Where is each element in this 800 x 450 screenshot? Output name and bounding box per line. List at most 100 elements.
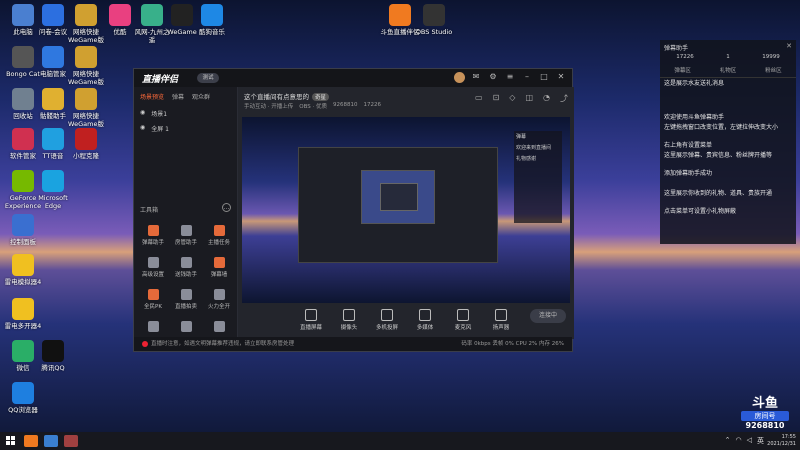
- bell-icon[interactable]: ◔: [543, 93, 550, 104]
- version-badge[interactable]: 测试: [197, 73, 219, 83]
- app-icon: [42, 88, 64, 110]
- close-icon[interactable]: ✕: [556, 72, 566, 82]
- share-icon[interactable]: ⤴: [560, 93, 568, 104]
- taskbar: ⌃ ◠ ◁ 英 17:55 2021/12/31: [0, 432, 800, 450]
- desktop-icon[interactable]: 酷狗音乐: [192, 4, 232, 36]
- layers-icon[interactable]: ◫: [525, 93, 533, 104]
- microphone-button[interactable]: 麦克风: [449, 309, 477, 339]
- viewer-count: 17226: [363, 102, 382, 108]
- windows-start-icon[interactable]: [6, 436, 15, 445]
- app-icon: [42, 170, 64, 192]
- tab-audience[interactable]: 观众群: [192, 92, 210, 101]
- tool-label: 主播任务: [207, 240, 230, 246]
- desktop-icon[interactable]: OBS Studio: [414, 4, 454, 36]
- tool-advanced[interactable]: 高级设置: [138, 257, 168, 278]
- eye-icon[interactable]: ◉: [140, 124, 145, 133]
- screen-source-button[interactable]: 直播屏幕: [297, 309, 325, 339]
- desktop-icon[interactable]: 腾讯QQ: [33, 340, 73, 372]
- camera-source-button[interactable]: 摄像头: [335, 309, 363, 339]
- room-number: 9268810: [333, 102, 358, 108]
- tool-auction[interactable]: 直播拍卖: [171, 289, 201, 310]
- app-icon: [12, 170, 34, 192]
- stream-title-text[interactable]: 这个直播间有点意思的: [244, 93, 309, 101]
- desktop-icon-label: 小程克隆: [73, 152, 99, 160]
- tool-fire[interactable]: 火力全开: [204, 289, 234, 310]
- shield-icon[interactable]: ◇: [509, 93, 515, 104]
- tab-danmu[interactable]: 弹幕: [172, 92, 184, 101]
- tab-danmu-area[interactable]: 弹幕区: [674, 66, 691, 74]
- start-live-button[interactable]: 连接中: [530, 309, 566, 323]
- tool-pk[interactable]: 全民PK: [138, 289, 168, 310]
- stream-title: 这个直播间有点意思的 奇星: [244, 91, 330, 101]
- speaker-icon: [495, 309, 507, 321]
- menu-icon[interactable]: ≡: [505, 72, 515, 82]
- desktop-icon[interactable]: 控制面板: [3, 214, 43, 246]
- quality-label[interactable]: OBS · 优质: [299, 102, 327, 110]
- room-label: 房间号: [741, 411, 789, 421]
- lock-icon[interactable]: ⊡: [493, 93, 500, 104]
- input-method-icon[interactable]: 英: [757, 436, 764, 446]
- speaker-button[interactable]: 扬声器: [487, 309, 515, 339]
- desktop-icon[interactable]: 网络快捷 WeGame版: [66, 88, 106, 128]
- settings-icon[interactable]: ⚙: [488, 72, 498, 82]
- scene-label: 场景1: [151, 111, 168, 118]
- clock-time: 17:55: [781, 434, 796, 440]
- chevron-up-icon[interactable]: ⌃: [725, 436, 731, 446]
- taskbar-app-icon[interactable]: [64, 435, 78, 447]
- app-icon: [12, 340, 34, 362]
- desktop-icon[interactable]: 小程克隆: [66, 128, 106, 160]
- eye-icon[interactable]: ◉: [140, 109, 145, 118]
- taskbar-douyu-icon[interactable]: [24, 435, 38, 447]
- scene-item-2[interactable]: ◉ 全屏 1: [134, 121, 237, 136]
- taskbar-browser-icon[interactable]: [44, 435, 58, 447]
- desktop-icon[interactable]: 雷电模拟器4: [3, 254, 43, 286]
- tool-label: 送钱助手: [174, 272, 197, 278]
- tab-gift-area[interactable]: 礼物区: [720, 66, 737, 74]
- user-icon: [180, 225, 192, 236]
- panel-line: 添加弹幕助手成功: [664, 170, 713, 177]
- tool-host-task[interactable]: 主播任务: [204, 225, 234, 246]
- nested-window-preview: [298, 147, 498, 263]
- clock[interactable]: 17:55 2021/12/31: [767, 434, 796, 448]
- media-source-button[interactable]: 多媒体: [411, 309, 439, 339]
- minimize-icon[interactable]: –: [522, 72, 532, 82]
- desktop-icon-label: 雷电模拟器4: [4, 278, 42, 286]
- category-badge[interactable]: 奇星: [312, 93, 330, 101]
- desktop-icon[interactable]: 雷电多开器4: [3, 298, 43, 330]
- mail-icon[interactable]: ✉: [471, 72, 481, 82]
- tool-admin-helper[interactable]: 房管助手: [171, 225, 201, 246]
- app-icon: [42, 46, 64, 68]
- maximize-icon[interactable]: □: [539, 72, 549, 82]
- tab-scene-preview[interactable]: 场景预览: [140, 92, 164, 101]
- fans-count: 19999: [762, 54, 780, 60]
- desktop-icon[interactable]: Microsoft Edge: [33, 170, 73, 210]
- tool-label: 火力全开: [207, 304, 230, 310]
- record-icon[interactable]: ▭: [475, 93, 483, 104]
- close-icon[interactable]: ✕: [786, 42, 792, 50]
- performance-stats: 码率 0kbps 丢帧 0% CPU 2% 内存 26%: [461, 341, 564, 347]
- cast-source-button[interactable]: 多机投屏: [373, 309, 401, 339]
- panel-line: 右上角有设置菜单: [664, 142, 713, 149]
- desktop-icon[interactable]: QQ浏览器: [3, 382, 43, 414]
- tool-gift-helper[interactable]: 送钱助手: [171, 257, 201, 278]
- tool-danmu-helper[interactable]: 弹幕助手: [138, 225, 168, 246]
- app-icon: [389, 4, 411, 26]
- tool-resource[interactable]: [138, 321, 168, 334]
- tab-fans-area[interactable]: 粉丝区: [765, 66, 782, 74]
- volume-icon[interactable]: ◁: [747, 436, 752, 446]
- scene-item-1[interactable]: ◉ 场景1: [134, 106, 237, 121]
- stream-preview[interactable]: 弹幕 欢迎来到直播间 礼物感谢: [242, 117, 570, 303]
- tool-link-mic[interactable]: [171, 321, 201, 334]
- desktop-icon[interactable]: 网络快捷 WeGame版: [66, 46, 106, 86]
- tools-more-button[interactable]: …: [222, 203, 231, 212]
- app-icon: [12, 88, 34, 110]
- nested-preview-level-2: [361, 170, 435, 224]
- tool-danmu-wall[interactable]: 弹幕墙: [204, 257, 234, 278]
- wifi-icon[interactable]: ◠: [736, 436, 742, 446]
- mode-label[interactable]: 手动互动 · 开播上传: [244, 102, 293, 110]
- app-icon: [12, 214, 34, 236]
- avatar[interactable]: [454, 72, 465, 83]
- tool-link-pk[interactable]: [204, 321, 234, 334]
- app-icon: [75, 4, 97, 26]
- tool-label: 房管助手: [174, 240, 197, 246]
